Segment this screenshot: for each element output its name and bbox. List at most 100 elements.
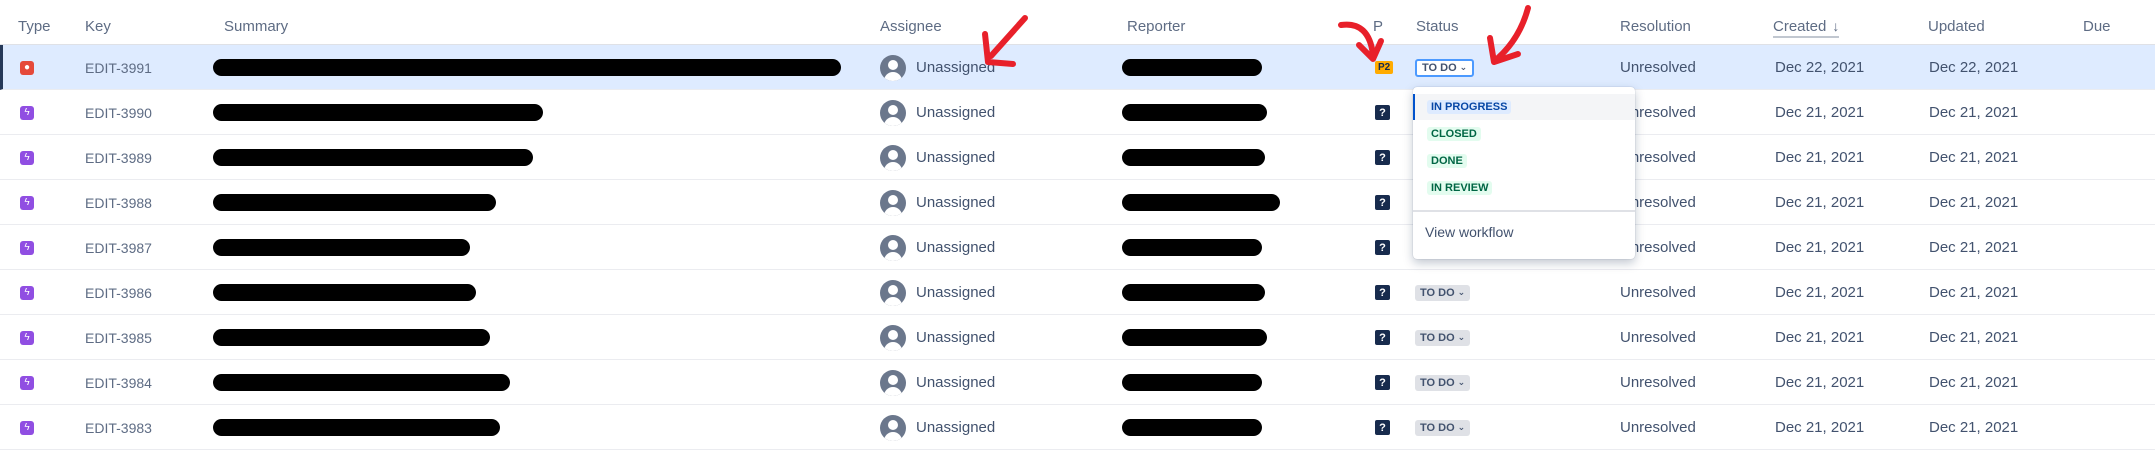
story-icon: ϟ bbox=[20, 285, 34, 300]
annotation-arrow-assignee bbox=[982, 15, 1028, 67]
summary-cell[interactable] bbox=[213, 135, 533, 180]
status-label: TO DO bbox=[1420, 376, 1455, 389]
priority-unknown-icon: ? bbox=[1375, 195, 1390, 210]
type-cell: ϟ bbox=[20, 225, 34, 270]
column-header-reporter[interactable]: Reporter bbox=[1127, 18, 1185, 35]
reporter-cell[interactable] bbox=[1122, 360, 1262, 405]
assignee-cell[interactable]: Unassigned bbox=[880, 360, 995, 405]
issue-key-link[interactable]: EDIT-3987 bbox=[85, 225, 152, 270]
column-header-created[interactable]: Created ↓ bbox=[1773, 18, 1840, 38]
column-header-assignee[interactable]: Assignee bbox=[880, 18, 942, 35]
assignee-cell[interactable]: Unassigned bbox=[880, 270, 995, 315]
status-lozenge: IN PROGRESS bbox=[1427, 100, 1512, 114]
default-avatar-icon bbox=[880, 144, 906, 171]
default-avatar-icon bbox=[880, 234, 906, 261]
column-header-updated[interactable]: Updated bbox=[1928, 18, 1985, 35]
created-date: Dec 21, 2021 bbox=[1775, 329, 1865, 346]
status-option-done[interactable]: DONE bbox=[1413, 148, 1635, 174]
column-header-type[interactable]: Type bbox=[18, 18, 51, 35]
status-option-in-review[interactable]: IN REVIEW bbox=[1413, 175, 1635, 201]
table-row[interactable]: ϟ EDIT-3988 Unassigned ? Unresolved Dec … bbox=[0, 180, 2155, 225]
column-header-summary[interactable]: Summary bbox=[224, 18, 288, 35]
type-cell: ϟ bbox=[20, 405, 34, 450]
issue-key-link[interactable]: EDIT-3988 bbox=[85, 180, 152, 225]
table-row[interactable]: ϟ EDIT-3986 Unassigned ? TO DO ⌄ Unresolv… bbox=[0, 270, 2155, 315]
reporter-cell[interactable] bbox=[1122, 90, 1267, 135]
chevron-down-icon: ⌄ bbox=[1457, 422, 1466, 432]
table-row[interactable]: ϟ EDIT-3983 Unassigned ? TO DO ⌄ Unresolv… bbox=[0, 405, 2155, 450]
view-workflow-link[interactable]: View workflow bbox=[1425, 224, 1513, 240]
assignee-cell[interactable]: Unassigned bbox=[880, 135, 995, 180]
reporter-cell[interactable] bbox=[1122, 45, 1262, 90]
table-row[interactable]: ϟ EDIT-3984 Unassigned ? TO DO ⌄ Unresolv… bbox=[0, 360, 2155, 405]
issue-key-link[interactable]: EDIT-3985 bbox=[85, 315, 152, 360]
summary-cell[interactable] bbox=[213, 270, 476, 315]
table-row[interactable]: ϟ EDIT-3985 Unassigned ? TO DO ⌄ Unresolv… bbox=[0, 315, 2155, 360]
assignee-cell[interactable]: Unassigned bbox=[880, 405, 995, 450]
updated-date: Dec 21, 2021 bbox=[1929, 329, 2019, 346]
issue-key-link[interactable]: EDIT-3989 bbox=[85, 135, 152, 180]
assignee-name: Unassigned bbox=[916, 284, 996, 301]
table-row[interactable]: ϟ EDIT-3990 Unassigned ? Unresolved Dec … bbox=[0, 90, 2155, 135]
priority-unknown-icon: ? bbox=[1375, 240, 1390, 255]
table-row[interactable]: ϟ EDIT-3989 Unassigned ? Unresolved Dec … bbox=[0, 135, 2155, 180]
assignee-cell[interactable]: Unassigned bbox=[880, 315, 995, 360]
default-avatar-icon bbox=[880, 279, 906, 306]
updated-date: Dec 21, 2021 bbox=[1929, 374, 2019, 391]
column-header-key[interactable]: Key bbox=[85, 18, 111, 35]
updated-date: Dec 21, 2021 bbox=[1929, 419, 2019, 436]
reporter-cell[interactable] bbox=[1122, 180, 1280, 225]
assignee-cell[interactable]: Unassigned bbox=[880, 225, 995, 270]
status-button[interactable]: TO DO ⌄ bbox=[1415, 284, 1471, 301]
summary-cell[interactable] bbox=[213, 45, 841, 90]
default-avatar-icon bbox=[880, 54, 906, 81]
summary-cell[interactable] bbox=[213, 225, 470, 270]
priority-unknown-icon: ? bbox=[1375, 330, 1390, 345]
story-icon: ϟ bbox=[20, 240, 34, 255]
chevron-down-icon: ⌄ bbox=[1459, 62, 1468, 72]
updated-date: Dec 22, 2021 bbox=[1929, 59, 2019, 76]
column-header-status[interactable]: Status bbox=[1416, 18, 1459, 35]
summary-cell[interactable] bbox=[213, 405, 500, 450]
reporter-cell[interactable] bbox=[1122, 405, 1262, 450]
status-option-closed[interactable]: CLOSED bbox=[1413, 121, 1635, 147]
created-date: Dec 21, 2021 bbox=[1775, 239, 1865, 256]
issue-key-link[interactable]: EDIT-3991 bbox=[85, 45, 152, 90]
summary-cell[interactable] bbox=[213, 90, 543, 135]
issue-key-link[interactable]: EDIT-3984 bbox=[85, 360, 152, 405]
column-header-due[interactable]: Due bbox=[2083, 18, 2111, 35]
table-row[interactable]: ϟ EDIT-3987 Unassigned ? Unresolved Dec … bbox=[0, 225, 2155, 270]
redacted-reporter bbox=[1122, 239, 1262, 256]
reporter-cell[interactable] bbox=[1122, 270, 1265, 315]
reporter-cell[interactable] bbox=[1122, 135, 1265, 180]
status-button[interactable]: TO DO ⌄ bbox=[1415, 419, 1471, 436]
status-cell: TO DO ⌄ bbox=[1415, 315, 1471, 360]
status-button[interactable]: TO DO ⌄ bbox=[1415, 374, 1471, 391]
column-header-resolution[interactable]: Resolution bbox=[1620, 18, 1691, 35]
status-option-in-progress[interactable]: IN PROGRESS bbox=[1413, 94, 1635, 120]
assignee-name: Unassigned bbox=[916, 149, 996, 166]
default-avatar-icon bbox=[880, 369, 906, 396]
summary-cell[interactable] bbox=[213, 360, 510, 405]
redacted-summary bbox=[213, 104, 543, 121]
redacted-reporter bbox=[1122, 374, 1262, 391]
summary-cell[interactable] bbox=[213, 315, 490, 360]
summary-cell[interactable] bbox=[213, 180, 496, 225]
issue-key-link[interactable]: EDIT-3983 bbox=[85, 405, 152, 450]
type-cell: ϟ bbox=[20, 315, 34, 360]
issue-key-link[interactable]: EDIT-3986 bbox=[85, 270, 152, 315]
issue-key-link[interactable]: EDIT-3990 bbox=[85, 90, 152, 135]
assignee-cell[interactable]: Unassigned bbox=[880, 180, 995, 225]
table-row[interactable]: ● EDIT-3991 Unassigned P2 TO DO ⌄ Unresol… bbox=[0, 45, 2155, 90]
reporter-cell[interactable] bbox=[1122, 315, 1267, 360]
priority-unknown-icon: ? bbox=[1375, 375, 1390, 390]
status-button[interactable]: TO DO ⌄ bbox=[1415, 58, 1475, 77]
reporter-cell[interactable] bbox=[1122, 225, 1262, 270]
assignee-cell[interactable]: Unassigned bbox=[880, 90, 995, 135]
status-button[interactable]: TO DO ⌄ bbox=[1415, 329, 1471, 346]
status-cell: TO DO ⌄ bbox=[1415, 45, 1475, 90]
status-lozenge: IN REVIEW bbox=[1427, 181, 1493, 195]
story-icon: ϟ bbox=[20, 195, 34, 210]
priority-unknown-icon: ? bbox=[1375, 285, 1390, 300]
default-avatar-icon bbox=[880, 99, 906, 126]
